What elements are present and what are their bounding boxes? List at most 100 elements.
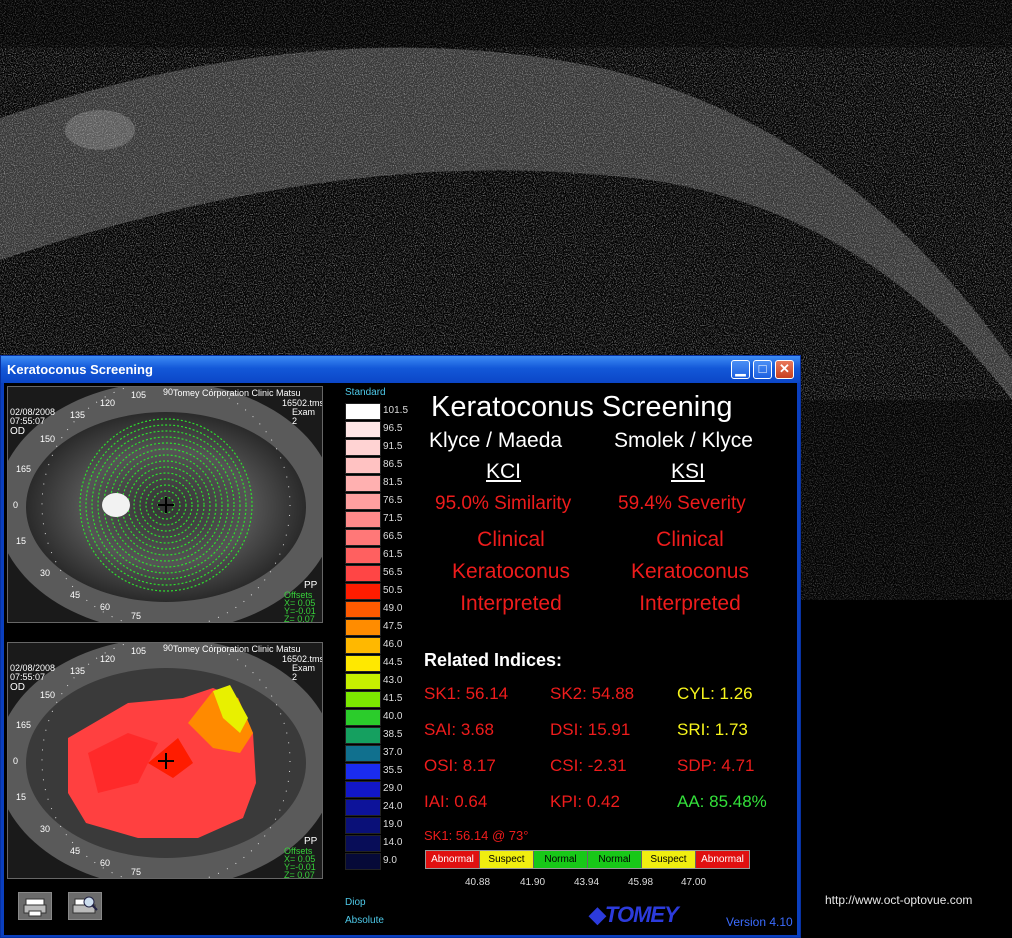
kci-interp-line2: Keratoconus [452, 560, 570, 583]
scale-value: 46.0 [383, 639, 403, 650]
scale-value: 35.5 [383, 765, 403, 776]
screening-title: Keratoconus Screening [431, 391, 733, 423]
axis-label-75: 75 [131, 611, 142, 621]
kci-interpretation: Clinical Keratoconus Interpreted [431, 524, 591, 620]
map-time: 07:55:07 [10, 416, 46, 426]
scale-value: 61.5 [383, 549, 403, 560]
axis-label-120: 120 [100, 398, 116, 408]
print-preview-icon [72, 896, 98, 914]
sk1-axis-readout: SK1: 56.14 @ 73° [424, 828, 529, 843]
scale-swatch [345, 853, 381, 870]
map-exam: Exam 2 [292, 407, 316, 426]
scale-swatch [345, 673, 381, 690]
axis-label-30: 30 [40, 568, 51, 578]
axis-label-135: 135 [70, 410, 86, 420]
scale-swatch [345, 421, 381, 438]
scale-value: 14.0 [383, 837, 403, 848]
scale-value: 71.5 [383, 513, 403, 524]
range-segment: Suspect [642, 851, 696, 868]
scale-unit: Diop [345, 897, 366, 908]
offset-z: Z= 0.07 [284, 614, 315, 623]
map-pp: PP [304, 836, 318, 847]
version-label: Version 4.10 [726, 915, 793, 929]
related-index: CSI: -2.31 [550, 756, 627, 775]
scale-swatch [345, 565, 381, 582]
ksi-severity: 59.4% Severity [618, 493, 746, 514]
scale-header: Standard [345, 387, 386, 398]
related-index: SRI: 1.73 [677, 720, 748, 739]
axis-label-105: 105 [131, 646, 147, 656]
title-bar[interactable]: Keratoconus Screening ▁ □ ✕ [1, 356, 800, 383]
scale-value: 96.5 [383, 423, 403, 434]
kci-index-label: KCI [486, 460, 522, 483]
axis-label-0: 0 [13, 500, 19, 510]
scale-value: 47.5 [383, 621, 403, 632]
scale-swatch [345, 475, 381, 492]
kci-similarity: 95.0% Similarity [435, 493, 572, 514]
related-index: SAI: 3.68 [424, 720, 494, 739]
scale-value: 19.0 [383, 819, 403, 830]
printer-icon [23, 898, 47, 917]
related-index: SDP: 4.71 [677, 756, 755, 775]
close-button[interactable]: ✕ [775, 360, 794, 379]
scale-swatch [345, 727, 381, 744]
axis-label-165: 165 [16, 720, 32, 730]
axis-label-135: 135 [70, 666, 86, 676]
ksi-interp-line3: Interpreted [639, 592, 741, 615]
scale-value: 38.5 [383, 729, 403, 740]
placido-ring-map[interactable]: 02/08/2008 07:55:07 OD Tomey Corporation… [7, 386, 323, 623]
map-pp: PP [304, 580, 318, 591]
axis-label-30: 30 [40, 824, 51, 834]
scale-mode: Absolute [345, 915, 384, 926]
axis-label-105: 105 [131, 390, 147, 400]
axis-label-0: 0 [13, 756, 19, 766]
watermark-url: http://www.oct-optovue.com [825, 893, 973, 907]
related-index: KPI: 0.42 [550, 792, 620, 811]
maximize-button[interactable]: □ [753, 360, 772, 379]
axis-label-15: 15 [16, 536, 27, 546]
axis-label-120: 120 [100, 654, 116, 664]
print-preview-button[interactable] [68, 892, 102, 920]
topography-color-map[interactable]: 02/08/2008 07:55:07 OD Tomey Corporation… [7, 642, 323, 879]
scale-value: 9.0 [383, 855, 397, 866]
axis-label-15: 15 [16, 792, 27, 802]
scale-swatch [345, 457, 381, 474]
axis-label-60: 60 [100, 858, 111, 868]
map-exam: Exam 2 [292, 663, 316, 682]
scale-swatch [345, 511, 381, 528]
axis-label-90: 90 [163, 387, 174, 397]
scale-value: 86.5 [383, 459, 403, 470]
axis-label-165: 165 [16, 464, 32, 474]
related-index: CYL: 1.26 [677, 684, 753, 703]
right-method: Smolek / Klyce [614, 429, 753, 452]
ksi-interp-line2: Keratoconus [631, 560, 749, 583]
scale-value: 41.5 [383, 693, 403, 704]
scale-swatch [345, 637, 381, 654]
scale-value: 49.0 [383, 603, 403, 614]
map-eye: OD [10, 426, 25, 437]
scale-value: 40.0 [383, 711, 403, 722]
scale-swatch [345, 493, 381, 510]
left-method: Klyce / Maeda [429, 429, 563, 452]
print-button[interactable] [18, 892, 52, 920]
scale-swatch [345, 763, 381, 780]
scale-value: 29.0 [383, 783, 403, 794]
scale-swatch [345, 709, 381, 726]
scale-swatch [345, 529, 381, 546]
scale-swatch [345, 547, 381, 564]
scale-value: 56.5 [383, 567, 403, 578]
range-tick: 40.88 [465, 877, 491, 888]
scale-swatch [345, 619, 381, 636]
axis-label-75: 75 [131, 867, 142, 877]
range-segment: Abnormal [696, 851, 749, 868]
offset-z: Z= 0.07 [284, 870, 315, 879]
client-area: 02/08/2008 07:55:07 OD Tomey Corporation… [4, 383, 797, 935]
minimize-button[interactable]: ▁ [731, 360, 750, 379]
kci-interp-line1: Clinical [477, 528, 545, 551]
topography-image [8, 643, 322, 878]
related-index: SK1: 56.14 [424, 684, 509, 703]
keratoconus-screening-window: Keratoconus Screening ▁ □ ✕ 02/08/2008 0… [0, 355, 801, 938]
range-segment: Normal [534, 851, 588, 868]
scale-swatch [345, 745, 381, 762]
axis-label-45: 45 [70, 846, 81, 856]
